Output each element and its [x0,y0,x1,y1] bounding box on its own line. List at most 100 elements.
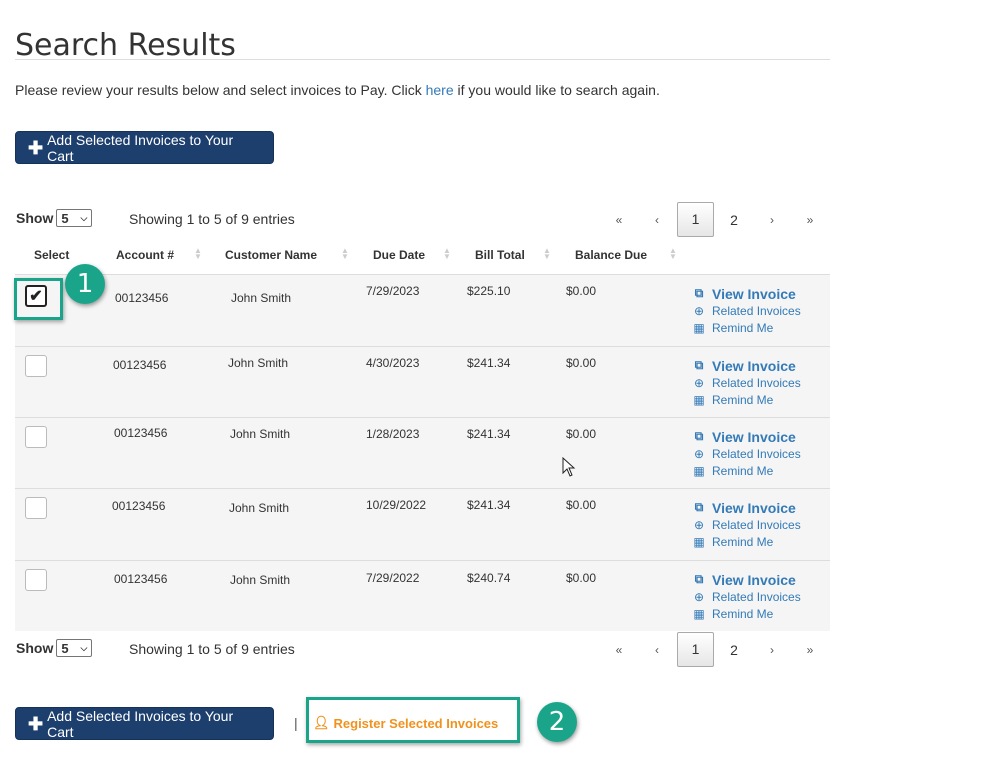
remind-me-label: Remind Me [712,392,774,407]
due-date: 4/30/2023 [366,356,420,370]
column-account[interactable]: Account # [116,248,174,262]
balance-due: $0.00 [566,284,597,298]
page-2-button[interactable]: 2 [715,642,753,658]
page-2-button[interactable]: 2 [715,212,753,228]
due-date: 7/29/2022 [366,571,420,585]
related-invoices-link[interactable]: ⊕ Related Invoices [692,374,801,391]
column-customer-name[interactable]: Customer Name [225,248,317,262]
show-label: Show [16,640,54,656]
page-size-value: 5 [61,210,69,226]
next-page-button[interactable]: › [753,213,791,227]
related-invoices-link[interactable]: ⊕ Related Invoices [692,302,801,319]
remind-me-link[interactable]: ▦ Remind Me [692,391,801,408]
callout-highlight-1 [14,278,63,320]
related-invoices-label: Related Invoices [712,446,801,461]
first-page-button[interactable]: « [600,643,638,657]
column-due-date[interactable]: Due Date [373,248,425,262]
related-invoices-link[interactable]: ⊕ Related Invoices [692,445,801,462]
customer-name: John Smith [230,427,291,441]
page-size-value: 5 [61,640,69,656]
table-row: 00123456 John Smith 10/29/2022 $241.34 $… [15,489,830,561]
mouse-cursor-icon [562,457,576,477]
related-invoices-label: Related Invoices [712,517,801,532]
row-select-checkbox[interactable] [25,497,47,519]
sort-icon[interactable]: ▲ ▼ [194,247,202,261]
last-page-button[interactable]: » [791,643,829,657]
column-select: Select [34,248,70,262]
page-size-control-top: Show 5 ⌵ [16,209,93,227]
zoom-in-icon: ⊕ [693,589,705,604]
remind-me-link[interactable]: ▦ Remind Me [692,533,801,550]
add-to-cart-label: Add Selected Invoices to Your Cart [47,131,234,164]
intro-text-after: if you would like to search again. [453,82,660,98]
row-select-checkbox[interactable] [25,355,47,377]
page-size-select-bottom[interactable]: 5 ⌵ [56,639,93,657]
due-date: 7/29/2023 [366,284,420,298]
customer-name: John Smith [229,501,290,515]
related-invoices-link[interactable]: ⊕ Related Invoices [692,516,801,533]
bill-total: $241.34 [467,356,511,370]
page-1-button[interactable]: 1 [677,202,714,237]
page-title: Search Results [15,28,236,64]
add-to-cart-button-bottom[interactable]: ✚ Add Selected Invoices to Your Cart [15,707,274,740]
related-invoices-label: Related Invoices [712,375,801,390]
add-to-cart-label: Add Selected Invoices to Your Cart [47,707,234,740]
view-invoice-label: View Invoice [712,357,796,374]
intro-text: Please review your results below and sel… [15,82,660,98]
column-balance-due[interactable]: Balance Due [575,248,647,262]
search-again-link[interactable]: here [426,82,454,98]
callout-highlight-2 [306,697,520,743]
bill-total: $225.10 [467,284,511,298]
account-number: 00123456 [112,499,166,513]
remind-me-link[interactable]: ▦ Remind Me [692,605,801,622]
related-invoices-label: Related Invoices [712,589,801,604]
balance-due: $0.00 [566,571,597,585]
zoom-in-icon: ⊕ [693,446,705,461]
sort-icon[interactable]: ▲ ▼ [669,247,677,261]
prev-page-button[interactable]: ‹ [638,213,676,227]
next-page-button[interactable]: › [753,643,791,657]
table-row: 00123456 John Smith 7/29/2022 $240.74 $0… [15,561,830,631]
view-invoice-link[interactable]: ⧉ View Invoice [692,428,801,445]
account-number: 00123456 [114,426,168,440]
external-link-icon: ⧉ [694,572,704,586]
table-row: ✔ 00123456 John Smith 7/29/2023 $225.10 … [15,275,830,347]
add-to-cart-button-top[interactable]: ✚ Add Selected Invoices to Your Cart [15,131,274,164]
balance-due: $0.00 [566,356,597,370]
page-size-select-top[interactable]: 5 ⌵ [56,209,93,227]
view-invoice-link[interactable]: ⧉ View Invoice [692,285,801,302]
prev-page-button[interactable]: ‹ [638,643,676,657]
remind-me-link[interactable]: ▦ Remind Me [692,319,801,336]
view-invoice-link[interactable]: ⧉ View Invoice [692,499,801,516]
page-1-button[interactable]: 1 [677,632,714,667]
calendar-icon: ▦ [693,392,705,407]
last-page-button[interactable]: » [791,213,829,227]
title-divider [15,59,830,60]
remind-me-label: Remind Me [712,463,774,478]
related-invoices-link[interactable]: ⊕ Related Invoices [692,588,801,605]
calendar-icon: ▦ [693,463,705,478]
pagination-bottom: « ‹ 1 2 › » [600,632,829,667]
table-row: 00123456 John Smith 4/30/2023 $241.34 $0… [15,347,830,418]
remind-me-link[interactable]: ▦ Remind Me [692,462,801,479]
table-row: 00123456 John Smith 1/28/2023 $241.34 $0… [15,418,830,489]
calendar-icon: ▦ [693,606,705,621]
bill-total: $241.34 [467,427,511,441]
sort-icon[interactable]: ▲ ▼ [443,247,451,261]
separator: | [294,715,298,731]
row-actions: ⧉ View Invoice ⊕ Related Invoices ▦ Remind … [692,428,801,479]
plus-icon: ✚ [28,137,44,158]
remind-me-label: Remind Me [712,320,774,335]
sort-icon[interactable]: ▲ ▼ [543,247,551,261]
row-select-checkbox[interactable] [25,569,47,591]
view-invoice-link[interactable]: ⧉ View Invoice [692,571,801,588]
sort-icon[interactable]: ▲ ▼ [341,247,349,261]
row-select-checkbox[interactable] [25,426,47,448]
view-invoice-link[interactable]: ⧉ View Invoice [692,357,801,374]
account-number: 00123456 [113,358,167,372]
customer-name: John Smith [231,291,292,305]
remind-me-label: Remind Me [712,534,774,549]
first-page-button[interactable]: « [600,213,638,227]
column-bill-total[interactable]: Bill Total [475,248,525,262]
entries-info-bottom: Showing 1 to 5 of 9 entries [129,641,295,657]
